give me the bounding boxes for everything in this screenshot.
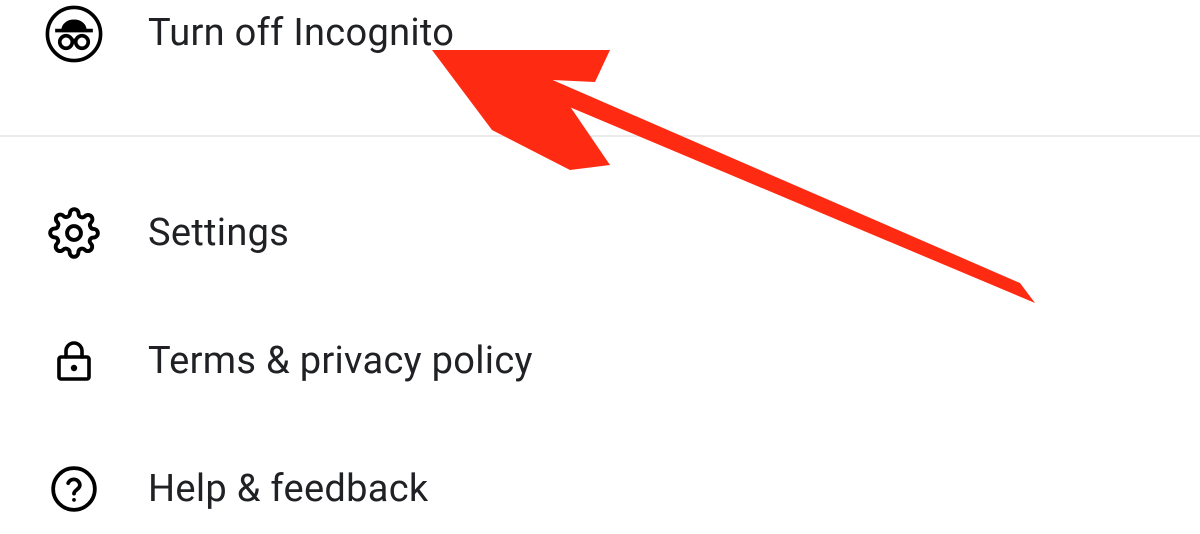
menu-list: Turn off Incognito Settings Ter	[0, 0, 1200, 534]
menu-item-terms-privacy[interactable]: Terms & privacy policy	[0, 297, 1200, 425]
menu-label: Turn off Incognito	[148, 14, 454, 52]
menu-label: Terms & privacy policy	[148, 342, 533, 380]
menu-item-turn-off-incognito[interactable]: Turn off Incognito	[0, 0, 1200, 135]
gear-icon	[44, 203, 104, 263]
menu-label: Help & feedback	[148, 470, 428, 508]
incognito-icon	[44, 4, 104, 64]
menu-label: Settings	[148, 214, 289, 252]
menu-item-settings[interactable]: Settings	[0, 169, 1200, 297]
menu-item-help-feedback[interactable]: Help & feedback	[0, 425, 1200, 534]
help-icon	[44, 459, 104, 519]
menu-section-below: Settings Terms & privacy policy	[0, 137, 1200, 534]
lock-icon	[44, 331, 104, 391]
